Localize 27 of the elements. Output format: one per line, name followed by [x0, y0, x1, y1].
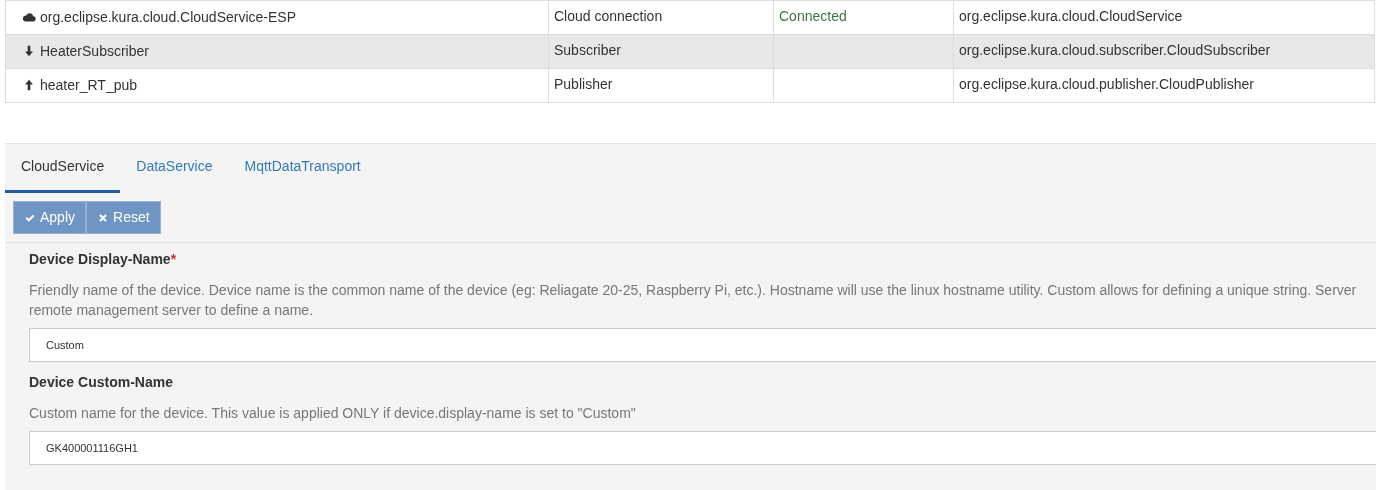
service-pid: org.eclipse.kura.cloud.CloudService [953, 0, 1375, 35]
service-status: Connected [779, 8, 847, 24]
service-pid: org.eclipse.kura.cloud.subscriber.CloudSubscriber [953, 34, 1375, 69]
tab[interactable]: DataService [120, 144, 229, 193]
up-arrow-icon [22, 78, 36, 92]
service-type: Cloud connection [548, 0, 774, 35]
field-label: Device Custom-Name [29, 373, 174, 392]
field-description: Custom name for the device. This value is applied ONLY if device.display-name is set to "Custom" [29, 404, 637, 423]
field-description: Friendly name of the device. Device name is the common name of the device (eg: Reliagate 20-25, Raspberry Pi, etc.). Hostname will use the linux hostname utility. Custom allows for defining a unique string. Server remote management server to define a name. [29, 281, 1358, 320]
tab[interactable]: CloudService [5, 144, 121, 193]
service-row[interactable]: HeaterSubscriber Subscriber org.eclipse.kura.cloud.subscriber.CloudSubscriber [5, 34, 1375, 69]
field-label: Device Display-Name* [29, 250, 178, 269]
cross-icon [97, 211, 110, 224]
service-type: Subscriber [548, 34, 774, 69]
service-pid: org.eclipse.kura.cloud.publisher.CloudPublisher [953, 68, 1375, 103]
service-name: HeaterSubscriber [40, 43, 149, 59]
service-name: heater_RT_pub [40, 77, 138, 93]
service-type: Publisher [548, 68, 774, 103]
required-asterisk: * [170, 251, 177, 267]
service-name: org.eclipse.kura.cloud.CloudService-ESP [40, 9, 296, 25]
tab[interactable]: MqttDataTransport [228, 144, 377, 193]
cloud-icon [22, 10, 36, 24]
service-row[interactable]: org.eclipse.kura.cloud.CloudService-ESP Cloud connection Connected org.eclipse.kura.cloud.CloudService [5, 0, 1375, 35]
down-arrow-icon [22, 44, 36, 58]
service-row[interactable]: heater_RT_pub Publisher org.eclipse.kura.cloud.publisher.CloudPublisher [5, 68, 1375, 103]
text-field[interactable]: Custom [29, 328, 1376, 362]
text-field[interactable]: GK400001116GH1 [29, 431, 1376, 465]
